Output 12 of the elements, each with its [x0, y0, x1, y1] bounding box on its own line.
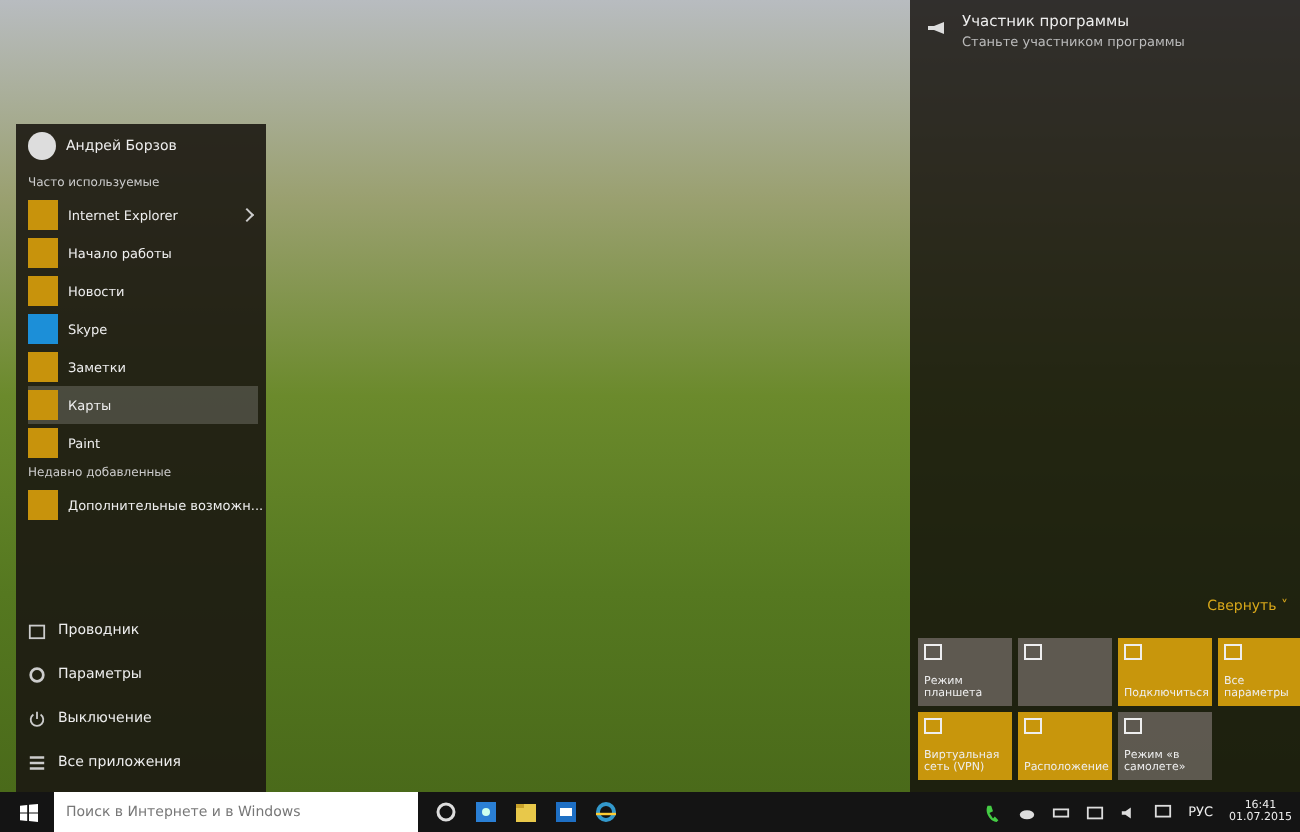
settings-icon: [28, 665, 46, 683]
power-icon: [28, 709, 46, 727]
store-icon[interactable]: [474, 800, 498, 824]
mail-icon[interactable]: [554, 800, 578, 824]
avatar-icon[interactable]: [28, 132, 56, 160]
task-view-icon[interactable]: [434, 800, 458, 824]
quick-action-tile[interactable]: [1018, 638, 1112, 706]
windows-logo-icon[interactable]: [20, 803, 38, 821]
apps-list-icon: [28, 753, 46, 771]
browser-icon[interactable]: [594, 800, 618, 824]
megaphone-icon: [926, 20, 946, 36]
phone-icon[interactable]: [984, 803, 1003, 821]
